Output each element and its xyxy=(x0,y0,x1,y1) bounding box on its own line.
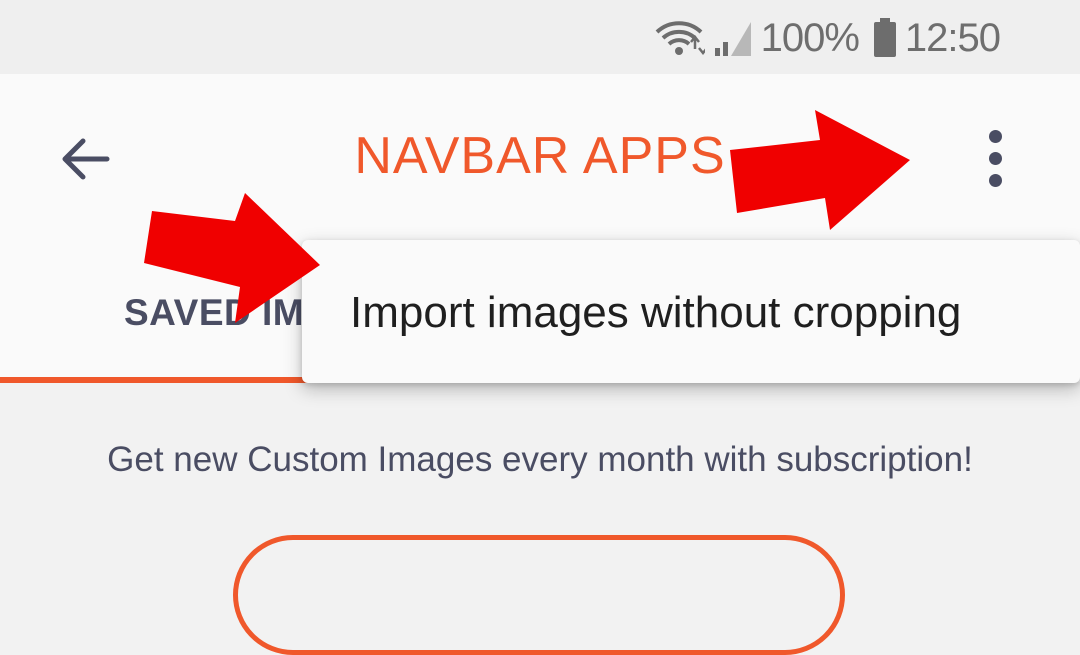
more-vert-icon xyxy=(988,129,1002,143)
subscription-message: Get new Custom Images every month with s… xyxy=(107,440,973,479)
wifi-icon xyxy=(655,21,705,56)
clock: 12:50 xyxy=(904,15,1001,60)
signal-icon xyxy=(714,22,751,56)
battery-percent: 100% xyxy=(760,15,860,60)
more-vert-icon-dot xyxy=(988,173,1002,187)
page-title: NAVBAR APPS xyxy=(354,127,726,185)
more-vert-icon-dot xyxy=(988,151,1002,165)
overflow-menu: Import images without cropping xyxy=(302,240,1080,383)
overflow-menu-button[interactable] xyxy=(960,118,1030,198)
subscribe-button[interactable] xyxy=(233,535,845,655)
annotation-arrow-menu-item xyxy=(144,193,320,323)
menu-item-import-without-cropping[interactable]: Import images without cropping xyxy=(350,288,961,338)
status-icons: 100% 12:50 xyxy=(653,14,1001,62)
status-bar: 100% 12:50 xyxy=(0,0,1080,74)
annotation-arrow-menu-icon xyxy=(730,110,910,230)
battery-icon xyxy=(873,18,896,57)
